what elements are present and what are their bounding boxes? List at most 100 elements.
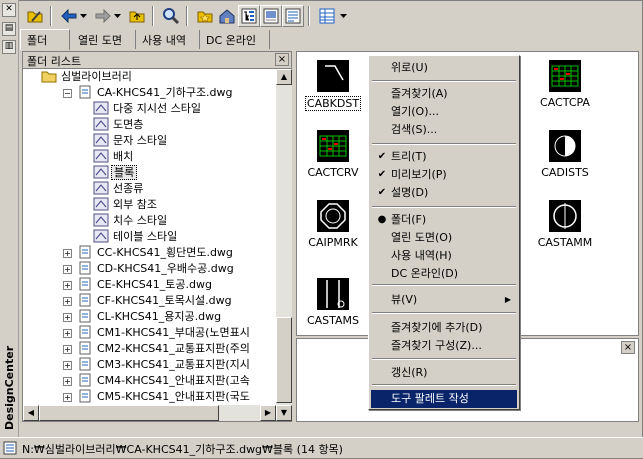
menu-create-tool-palette[interactable]: 도구 팔레트 작성 [371,390,517,408]
menu-item-label: 열기(O)... [391,105,439,118]
description-toggle-icon[interactable] [282,5,304,27]
tab-dc-online[interactable]: DC 온라인 [200,30,270,49]
tree-node-layout[interactable]: 배치 [93,149,135,165]
folder-list-title: 폴더 리스트 [27,55,82,68]
xref-icon [93,197,109,211]
expand-icon[interactable]: + [63,393,72,402]
tree-node-file[interactable]: CM1-KHCS41_부대공(노면표시 [77,325,252,341]
menu-dc-online[interactable]: DC 온라인(D) [371,265,517,283]
menu-folders[interactable]: ● 폴더(F) [371,211,517,229]
auto-hide-icon[interactable]: ▤ [2,22,16,36]
tab-history[interactable]: 사용 내역 [136,30,200,49]
scroll-down-icon[interactable]: ▼ [276,405,292,421]
expand-icon[interactable]: + [63,377,72,386]
dwg-file-icon [77,309,93,323]
menu-item-label: 즐겨찾기 구성(Z)... [391,339,482,352]
up-folder-icon[interactable] [126,5,148,27]
collapse-icon[interactable]: − [63,89,72,98]
expand-icon[interactable]: + [63,345,72,354]
block-item[interactable]: CASTAMM [529,200,601,249]
forward-icon[interactable] [92,5,114,27]
tree-node-file[interactable]: CM3-KHCS41_교통표지판(지시 [77,357,252,373]
close-icon[interactable]: ✕ [2,3,16,17]
tree-close-button[interactable]: × [275,53,289,66]
block-item[interactable]: CADISTS [529,130,601,179]
tree-node-dim-style[interactable]: 치수 스타일 [93,213,169,229]
views-icon[interactable] [316,5,338,27]
tree-node-table-style[interactable]: 테이블 스타일 [93,229,179,245]
menu-organize-favorites[interactable]: 즐겨찾기 구성(Z)... [371,337,517,355]
tree-node-xref[interactable]: 외부 참조 [93,197,159,213]
expand-icon[interactable]: + [63,249,72,258]
tree-node-label: 심벌라이브러리 [61,70,132,83]
folder-open-icon [41,69,57,83]
menu-tree[interactable]: ✔ 트리(T) [371,148,517,166]
tree-node-file[interactable]: CA-KHCS41_기하구조.dwg [77,85,235,101]
hscroll-thumb[interactable] [39,405,219,421]
tree-view-toggle-icon[interactable] [238,5,260,27]
tree-node-file[interactable]: CF-KHCS41_토목시설.dwg [77,293,234,309]
scroll-thumb[interactable] [276,317,292,403]
menu-search[interactable]: 검색(S)... [371,121,517,139]
menu-item-label: 즐겨찾기(A) [391,87,448,100]
checkmark-icon: ✔ [377,151,387,162]
menu-open[interactable]: 열기(O)... [371,103,517,121]
block-item[interactable]: CABKDST [297,60,369,111]
tree-node-file[interactable]: CD-KHCS41_우배수공.dwg [77,261,236,277]
menu-up[interactable]: 위로(U) [371,59,517,77]
menu-description[interactable]: ✔ 설명(D) [371,184,517,202]
tree-vertical-scrollbar[interactable]: ▲ ▼ [276,69,292,421]
menu-preview[interactable]: ✔ 미리보기(P) [371,166,517,184]
back-icon[interactable] [58,5,80,27]
expand-icon[interactable]: + [63,297,72,306]
tree-node-block[interactable]: 블록 [93,165,138,181]
tree-node-label: CM3-KHCS41_교통표지판(지시 [97,358,250,371]
load-icon[interactable] [24,5,46,27]
views-dropdown-icon[interactable] [338,5,348,27]
search-icon[interactable] [160,5,182,27]
tree-node-file[interactable]: CM4-KHCS41_안내표지판(고속 [77,373,252,389]
properties-icon[interactable]: ▥ [2,40,16,54]
tree-node-layer[interactable]: 도면층 [93,117,145,133]
menu-refresh[interactable]: 갱신(R) [371,364,517,382]
expand-icon[interactable]: + [63,265,72,274]
block-item[interactable]: CAIPMRK [297,200,369,249]
scroll-right-icon[interactable]: ▶ [260,405,276,421]
tree-node-file[interactable]: CM2-KHCS41_교통표지판(주의 [77,341,252,357]
tree-node-text-style[interactable]: 문자 스타일 [93,133,169,149]
tree-horizontal-scrollbar[interactable]: ◀ ▶ [23,405,276,421]
menu-favorites[interactable]: 즐겨찾기(A) [371,85,517,103]
menu-add-favorites[interactable]: 즐겨찾기에 추가(D) [371,319,517,337]
tab-folders[interactable]: 폴더 [20,29,70,50]
tree-node-root[interactable]: 심벌라이브러리 [41,69,134,85]
scroll-left-icon[interactable]: ◀ [23,405,39,421]
block-item[interactable]: CACTCRV [297,130,369,179]
favorites-icon[interactable] [194,5,216,27]
tree-node-file[interactable]: CE-KHCS41_토공.dwg [77,277,214,293]
expand-icon[interactable]: + [63,281,72,290]
tree-node-multileader-style[interactable]: 다중 지시선 스타일 [93,101,203,117]
home-icon[interactable] [216,5,238,27]
preview-close-button[interactable]: × [621,341,635,354]
menu-view[interactable]: 뷰(V) ▶ [371,291,517,309]
green-grid-icon [549,60,581,92]
expand-icon[interactable]: + [63,313,72,322]
block-name: CADISTS [541,166,589,179]
block-item[interactable]: CASTAMS [297,278,369,327]
block-item[interactable]: CACTCPA [529,60,601,109]
menu-open-drawings[interactable]: 열린 도면(O) [371,229,517,247]
toolbar [20,2,620,30]
tree-node-file[interactable]: CL-KHCS41_용지공.dwg [77,309,223,325]
forward-dropdown-icon[interactable] [112,5,122,27]
scroll-up-icon[interactable]: ▲ [276,69,292,85]
tree-node-label: CL-KHCS41_용지공.dwg [97,310,222,323]
tab-open-drawings[interactable]: 열린 도면 [72,30,136,49]
back-dropdown-icon[interactable] [78,5,88,27]
expand-icon[interactable]: + [63,329,72,338]
tree-node-linetype[interactable]: 선종류 [93,181,145,197]
tree-node-file[interactable]: CC-KHCS41_횡단면도.dwg [77,245,235,261]
expand-icon[interactable]: + [63,361,72,370]
preview-toggle-icon[interactable] [260,5,282,27]
menu-history[interactable]: 사용 내역(H) [371,247,517,265]
tree-node-file[interactable]: CM5-KHCS41_안내표지판(국도 [77,389,252,405]
